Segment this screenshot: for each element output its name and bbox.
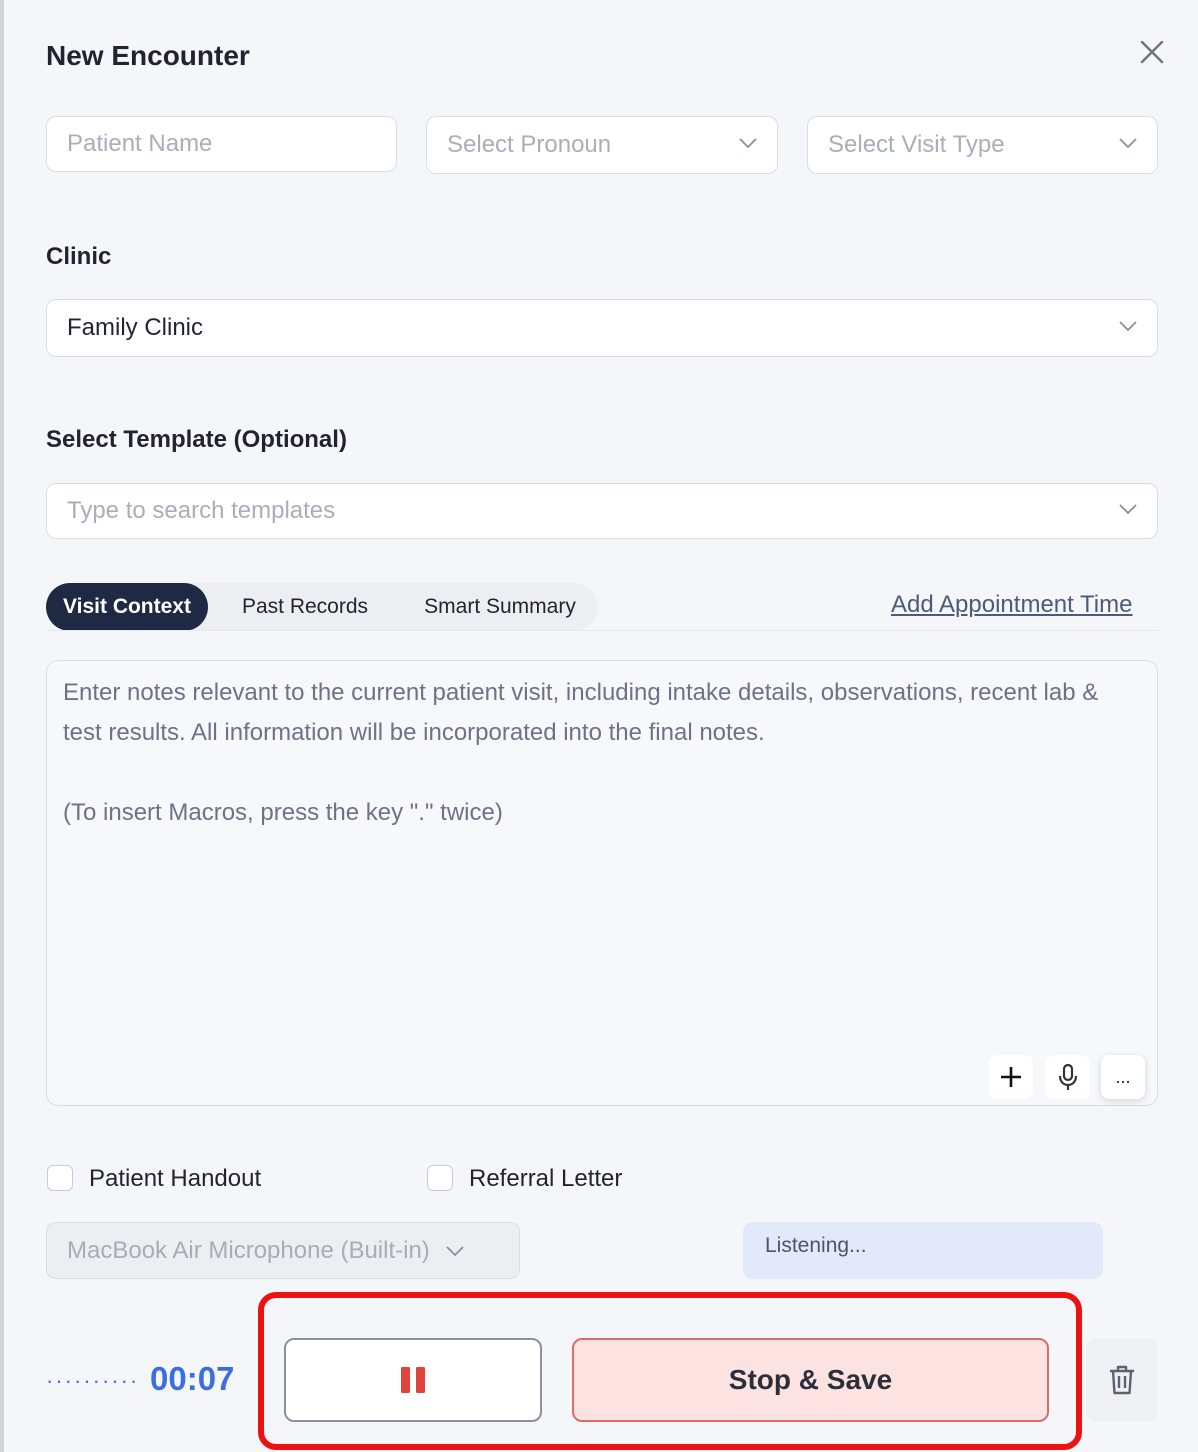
tab-bar: Visit Context Past Records Smart Summary — [46, 583, 598, 631]
clinic-label: Clinic — [46, 243, 112, 270]
audio-level-indicator: ·········· — [46, 1368, 140, 1393]
close-icon[interactable] — [1136, 36, 1168, 68]
chevron-down-icon — [446, 1245, 464, 1256]
microphone-select[interactable]: MacBook Air Microphone (Built-in) — [46, 1222, 520, 1279]
tab-visit-context[interactable]: Visit Context — [46, 583, 208, 631]
clinic-select[interactable]: Family Clinic — [46, 299, 1158, 357]
pronoun-select[interactable]: Select Pronoun — [426, 116, 778, 174]
tab-divider — [46, 630, 1158, 631]
recording-timer: 00:07 — [150, 1360, 235, 1397]
tab-past-records[interactable]: Past Records — [216, 583, 394, 631]
highlight-annotation-box — [258, 1292, 1082, 1450]
referral-letter-label: Referral Letter — [469, 1165, 623, 1192]
notes-placeholder: Enter notes relevant to the current pati… — [63, 679, 1099, 826]
trash-icon — [1110, 1365, 1134, 1395]
chevron-down-icon — [1119, 321, 1137, 332]
pronoun-placeholder: Select Pronoun — [447, 131, 612, 158]
window-edge — [0, 0, 4, 1452]
patient-handout-label: Patient Handout — [89, 1165, 262, 1192]
dialog-title: New Encounter — [46, 40, 250, 71]
patient-handout-checkbox[interactable] — [47, 1165, 73, 1191]
template-search-input[interactable]: Type to search templates — [46, 483, 1158, 539]
tab-smart-summary[interactable]: Smart Summary — [402, 583, 598, 631]
chevron-down-icon — [1119, 138, 1137, 149]
visit-type-placeholder: Select Visit Type — [828, 131, 1005, 158]
clinic-value: Family Clinic — [67, 314, 204, 341]
template-placeholder: Type to search templates — [67, 497, 336, 524]
microphone-icon — [1058, 1063, 1078, 1090]
add-appointment-time-link[interactable]: Add Appointment Time — [891, 591, 1132, 619]
chevron-down-icon — [1119, 504, 1137, 515]
more-options-button[interactable]: ... — [1101, 1055, 1145, 1099]
delete-recording-button[interactable] — [1086, 1338, 1158, 1422]
dictate-button[interactable] — [1046, 1055, 1090, 1099]
patient-name-placeholder: Patient Name — [67, 130, 213, 157]
template-label: Select Template (Optional) — [46, 426, 347, 453]
chevron-down-icon — [739, 138, 757, 149]
visit-type-select[interactable]: Select Visit Type — [807, 116, 1158, 174]
plus-icon — [1001, 1067, 1021, 1087]
add-button[interactable] — [989, 1055, 1033, 1099]
visit-notes-textarea[interactable]: Enter notes relevant to the current pati… — [46, 660, 1158, 1106]
listening-status: Listening... — [743, 1222, 1103, 1279]
referral-letter-checkbox[interactable] — [427, 1165, 453, 1191]
patient-name-input[interactable]: Patient Name — [46, 116, 397, 172]
microphone-value: MacBook Air Microphone (Built-in) — [67, 1236, 430, 1264]
